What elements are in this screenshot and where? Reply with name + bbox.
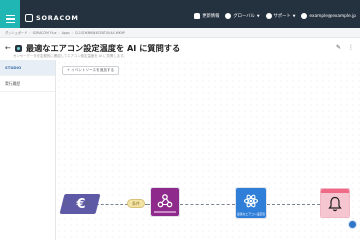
globe-icon	[225, 13, 232, 19]
breadcrumb-separator: ›	[58, 30, 60, 35]
user-email: example@example.jp	[309, 13, 356, 19]
sidebar-item-studio[interactable]: STUDIO	[0, 60, 55, 76]
breadcrumb-separator: ›	[29, 30, 31, 35]
soracom-logo-icon	[25, 14, 33, 22]
chevron-down-icon: ▼	[292, 14, 296, 18]
sidebar: STUDIO 実行履歴	[0, 60, 56, 240]
condition-node[interactable]: 条件	[127, 199, 145, 208]
breadcrumb-item[interactable]: SORACOM Flux	[33, 31, 57, 35]
bell-icon	[328, 196, 342, 212]
zoom-controls: + − ⟳	[63, 201, 90, 207]
reset-view-button[interactable]: ⟳	[85, 201, 89, 207]
support-icon	[265, 13, 272, 19]
edit-icon[interactable]: ✎	[336, 44, 341, 51]
user-menu[interactable]: example@example.jp	[301, 13, 356, 19]
flow-canvas[interactable]: + イベントソースを追加する € 条件 最適なエアコン設定温度を AI...	[56, 60, 360, 240]
webhook-node-caption	[154, 211, 176, 213]
breadcrumb-item[interactable]: Apps	[62, 31, 70, 35]
atom-icon	[243, 194, 259, 208]
page-description: センサーデータを定期的に確認してエアコン設定温度を AI に質問します。	[13, 54, 127, 58]
breadcrumb-item: CL1SOKMKW4E2NTXU4A WK9P	[74, 30, 125, 35]
add-event-source-button[interactable]: + イベントソースを追加する	[62, 66, 120, 75]
flux-app-icon	[14, 44, 22, 52]
breadcrumb-item[interactable]: ダッシュボード	[5, 30, 27, 35]
zoom-in-button[interactable]: +	[63, 201, 67, 207]
support-label: サポート	[273, 14, 291, 19]
breadcrumb: ダッシュボード › SORACOM Flux › Apps › CL1SOKMK…	[0, 28, 360, 38]
help-button[interactable]	[348, 220, 357, 229]
connector	[96, 204, 128, 205]
ai-node[interactable]: 最適なエアコン設定温度を AI...	[235, 187, 267, 219]
condition-label: 条件	[132, 200, 140, 206]
top-right-menu: 更新情報 グローバル ▼ サポート ▼ example@example.jp	[194, 13, 356, 19]
sidebar-item-history[interactable]: 実行履歴	[0, 76, 55, 92]
more-icon[interactable]: ⋮	[348, 44, 354, 51]
zoom-buttons: + − ⟳	[63, 201, 90, 207]
connector	[267, 204, 320, 205]
ai-node-label: 最適なエアコン設定温度を AI...	[237, 212, 265, 216]
news-menu[interactable]: 更新情報	[194, 13, 219, 19]
back-arrow-icon[interactable]: ←	[5, 44, 11, 52]
webhook-icon	[157, 194, 173, 208]
connector	[180, 204, 235, 205]
breadcrumb-separator: ›	[71, 30, 73, 35]
support-menu[interactable]: サポート ▼	[265, 13, 296, 19]
chevron-down-icon: ▼	[256, 14, 260, 18]
coverage-label: グローバル	[233, 14, 255, 19]
coverage-menu[interactable]: グローバル ▼	[225, 13, 260, 19]
header-actions: ✎ ⋮	[336, 44, 354, 51]
notification-node[interactable]	[320, 188, 350, 218]
logo-text: SORACOM	[36, 14, 79, 22]
zoom-out-button[interactable]: −	[74, 201, 78, 207]
notification-node-header	[321, 189, 349, 193]
logo[interactable]: SORACOM	[25, 14, 79, 22]
webhook-node[interactable]	[150, 187, 180, 217]
page-header: ← 最適なエアコン設定温度を AI に質問する センサーデータを定期的に確認して…	[0, 38, 360, 60]
bell-icon	[194, 13, 201, 19]
news-label: 更新情報	[202, 14, 220, 19]
hamburger-icon	[5, 15, 15, 17]
user-icon	[301, 13, 308, 19]
